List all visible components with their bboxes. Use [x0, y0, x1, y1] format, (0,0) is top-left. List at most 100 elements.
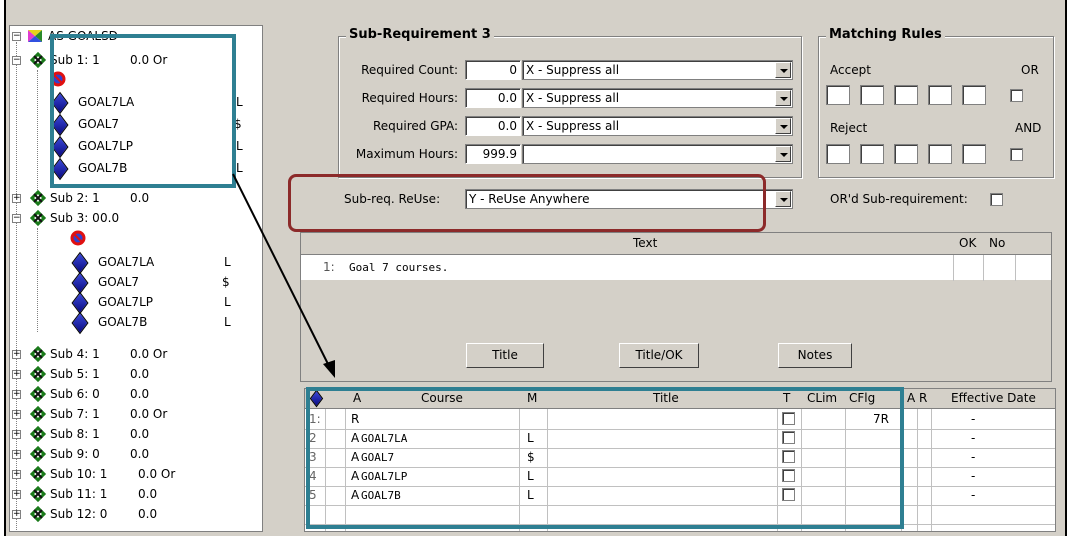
tree-node-sub2[interactable]: Sub 2: 1 0.0 [50, 188, 149, 208]
expand-icon[interactable]: + [12, 450, 21, 459]
req-gpa-label: Required GPA: [372, 119, 458, 133]
reject-box[interactable] [860, 144, 884, 164]
tree-node-sub11[interactable]: Sub 11: 1 0.0 [50, 484, 157, 504]
tree-node-value: 0.0 [100, 211, 120, 225]
tree-node-value: 0.0 [138, 507, 158, 521]
text-grid: Text OK No 1: Goal 7 courses. Title Titl… [300, 232, 1052, 382]
tree-course-flag: L [236, 95, 243, 109]
max-hours-select[interactable] [522, 144, 793, 164]
chevron-down-icon[interactable] [775, 146, 791, 162]
expand-icon[interactable]: + [12, 410, 21, 419]
or-label: OR [1021, 63, 1039, 77]
title-button[interactable]: Title [466, 343, 544, 368]
tree-course[interactable]: GOAL7 $ [98, 272, 230, 292]
title-ok-button[interactable]: Title/OK [619, 343, 699, 368]
row-eff[interactable]: - [971, 486, 975, 505]
expand-icon[interactable]: + [12, 430, 21, 439]
tree-node-sub4[interactable]: Sub 4: 1 0.0 Or [50, 344, 167, 364]
tree-node-label: Sub 6: 0 [50, 387, 100, 401]
highlight-box-grid [306, 387, 904, 529]
chevron-down-icon[interactable] [775, 118, 791, 134]
expand-icon[interactable]: + [12, 194, 21, 203]
subreq-icon [29, 209, 47, 229]
tree-course-name: GOAL7LP [98, 295, 153, 309]
course-icon [71, 311, 89, 335]
reject-box[interactable] [826, 144, 850, 164]
accept-box[interactable] [826, 85, 850, 105]
row-eff[interactable]: - [971, 467, 975, 486]
notes-button[interactable]: Notes [778, 343, 852, 368]
tree-course[interactable]: GOAL7B L [98, 312, 231, 332]
expand-icon[interactable]: + [12, 370, 21, 379]
accept-box[interactable] [894, 85, 918, 105]
tree-node-sub6[interactable]: Sub 6: 0 0.0 [50, 384, 149, 404]
tree-course[interactable]: GOAL7LA L [98, 252, 231, 272]
and-checkbox[interactable] [1010, 148, 1023, 161]
reject-box[interactable] [962, 144, 986, 164]
req-hours-label: Required Hours: [361, 91, 458, 105]
annotation-arrow-icon [232, 173, 335, 378]
row-eff[interactable]: - [971, 410, 975, 429]
reject-label: Reject [830, 121, 868, 135]
tree-node-value: 0.0 [130, 427, 150, 441]
collapse-icon[interactable]: − [12, 56, 21, 65]
tree-node-sub3[interactable]: Sub 3: 0 0.0 [50, 208, 119, 228]
row-eff[interactable]: - [971, 448, 975, 467]
subreq-icon [29, 465, 47, 485]
req-count-field[interactable]: 0 [465, 60, 521, 80]
req-hours-field[interactable]: 0.0 [465, 88, 521, 108]
accept-box[interactable] [962, 85, 986, 105]
chevron-down-icon[interactable] [775, 90, 791, 106]
col-eff-header: Effective Date [951, 391, 1036, 405]
tree-node-label: Sub 9: 0 [50, 447, 100, 461]
tree-node-label: Sub 4: 1 [50, 347, 100, 361]
req-hours-select[interactable]: X - Suppress all [522, 88, 793, 108]
subreq-icon [29, 505, 47, 525]
subreq-icon [29, 189, 47, 209]
reject-box[interactable] [894, 144, 918, 164]
reject-box[interactable] [928, 144, 952, 164]
accept-box[interactable] [928, 85, 952, 105]
req-gpa-select[interactable]: X - Suppress all [522, 116, 793, 136]
tree-node-value: 0.0 Or [138, 467, 176, 481]
expand-icon[interactable]: + [12, 510, 21, 519]
req-count-select[interactable]: X - Suppress all [522, 60, 793, 80]
tree-node-sub10[interactable]: Sub 10: 1 0.0 Or [50, 464, 175, 484]
tree-node-sub9[interactable]: Sub 9: 0 0.0 [50, 444, 149, 464]
req-gpa-select-value: X - Suppress all [526, 119, 620, 133]
tree-node-label: Sub 7: 1 [50, 407, 100, 421]
text-row[interactable]: 1: Goal 7 courses. [301, 254, 1051, 281]
chevron-down-icon[interactable] [775, 191, 791, 207]
tree-node-label: Sub 10: 1 [50, 467, 108, 481]
or-checkbox[interactable] [1010, 89, 1023, 102]
collapse-icon[interactable]: − [12, 214, 21, 223]
root-icon [26, 28, 44, 44]
subreq-icon [29, 405, 47, 425]
chevron-down-icon[interactable] [775, 62, 791, 78]
expand-icon[interactable]: + [12, 390, 21, 399]
max-hours-field[interactable]: 999.9 [465, 144, 521, 164]
req-count-select-value: X - Suppress all [526, 63, 620, 77]
text-row-content[interactable]: Goal 7 courses. [349, 261, 448, 274]
tree-node-sub12[interactable]: Sub 12: 0 0.0 [50, 504, 157, 524]
expand-icon[interactable]: + [12, 490, 21, 499]
row-eff[interactable]: - [971, 429, 975, 448]
collapse-icon[interactable]: − [12, 32, 21, 41]
tree-node-sub7[interactable]: Sub 7: 1 0.0 Or [50, 404, 167, 424]
and-label: AND [1015, 121, 1042, 135]
tree-node-sub8[interactable]: Sub 8: 1 0.0 [50, 424, 149, 444]
ord-subreq-checkbox[interactable] [990, 193, 1003, 206]
subreq-icon [29, 51, 47, 71]
accept-box[interactable] [860, 85, 884, 105]
tree-course[interactable]: GOAL7LP L [98, 292, 231, 312]
tree-node-sub5[interactable]: Sub 5: 1 0.0 [50, 364, 149, 384]
accept-label: Accept [830, 63, 871, 77]
req-gpa-field[interactable]: 0.0 [465, 116, 521, 136]
tree-node-label: Sub 2: 1 [50, 191, 100, 205]
subreq-icon [29, 445, 47, 465]
tree-node-value: 0.0 [130, 367, 150, 381]
ord-subreq-label: OR'd Sub-requirement: [830, 192, 968, 206]
expand-icon[interactable]: + [12, 470, 21, 479]
expand-icon[interactable]: + [12, 350, 21, 359]
no-col-header: No [989, 236, 1006, 250]
